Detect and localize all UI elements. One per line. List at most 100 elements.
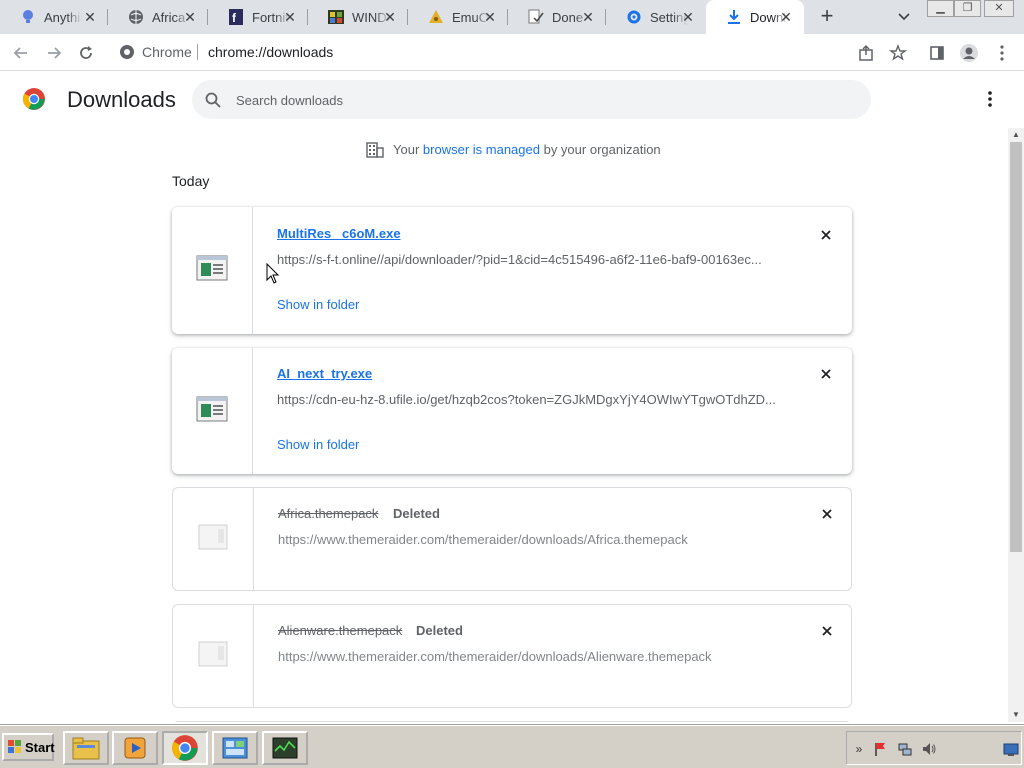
profile-avatar-icon[interactable] (958, 42, 980, 64)
page-title: Downloads (67, 87, 176, 112)
source-url[interactable]: https://cdn-eu-hz-8.ufile.io/get/hzqb2co… (277, 392, 777, 407)
page-scrollbar[interactable]: ▲ ▼ (1008, 128, 1024, 722)
tray-expand-icon[interactable]: » (851, 741, 867, 757)
generic-file-icon (198, 640, 228, 673)
task-manager-icon[interactable] (262, 731, 308, 765)
minimize-button[interactable]: ▁ (927, 0, 954, 17)
status-badge: Deleted (416, 623, 463, 638)
new-tab-button[interactable]: + (815, 5, 839, 29)
chrome-icon[interactable] (162, 731, 208, 765)
show-desktop-icon[interactable] (1003, 741, 1019, 757)
f-logo-icon: f (228, 9, 244, 25)
scroll-thumb[interactable] (1010, 142, 1022, 552)
downloads-header: Downloads (0, 72, 1024, 128)
address-bar[interactable]: Chrome chrome://downloads (110, 38, 890, 66)
network-icon[interactable] (897, 741, 913, 757)
start-button[interactable]: Start (2, 733, 55, 761)
file-name-link[interactable]: MultiRes _c6oM.exe (277, 226, 401, 241)
show-in-folder-link[interactable]: Show in folder (277, 297, 359, 312)
exe-file-icon (196, 396, 228, 427)
tab-emuos[interactable]: EmuOS ✕ (408, 0, 508, 34)
scroll-down-arrow-icon[interactable]: ▼ (1008, 708, 1024, 722)
tab-done[interactable]: Done ✕ (508, 0, 606, 34)
volume-icon[interactable] (921, 741, 937, 757)
windows-flag-icon (8, 740, 22, 754)
file-icon-column (173, 605, 254, 707)
close-window-button[interactable]: ✕ (984, 0, 1014, 17)
taskbar: Start » (0, 725, 1024, 768)
site-label: Chrome (142, 44, 192, 60)
file-explorer-icon[interactable] (63, 731, 109, 765)
remove-item-icon[interactable] (818, 366, 834, 382)
control-panel-icon[interactable] (212, 731, 258, 765)
scroll-up-arrow-icon[interactable]: ▲ (1008, 128, 1024, 142)
action-center-flag-icon[interactable] (873, 741, 889, 757)
chrome-site-icon (119, 44, 135, 60)
tab-title: Anything (44, 9, 82, 25)
search-input[interactable] (236, 90, 836, 110)
tab-search-chevron-icon[interactable] (893, 7, 915, 27)
bookmark-star-icon[interactable] (887, 42, 909, 64)
managed-suffix: by your organization (543, 141, 661, 157)
source-url[interactable]: https://www.themeraider.com/themeraider/… (278, 649, 778, 664)
system-tray: » (846, 731, 1022, 765)
search-icon (204, 91, 222, 109)
media-player-icon[interactable] (112, 731, 158, 765)
generic-file-icon (198, 523, 228, 556)
close-tab-icon[interactable]: ✕ (580, 9, 596, 25)
exe-file-icon (196, 255, 228, 286)
file-name-link[interactable]: AI_next_try.exe (277, 366, 372, 381)
downloads-list-area: Your browser is managed by your organiza… (0, 128, 1008, 722)
gear-icon (626, 9, 642, 25)
windows-logo-icon (328, 9, 344, 25)
source-url[interactable]: https://www.themeraider.com/themeraider/… (278, 532, 778, 547)
show-in-folder-link[interactable]: Show in folder (277, 437, 359, 452)
browser-menu-icon[interactable] (991, 42, 1013, 64)
building-icon (366, 140, 384, 158)
share-icon[interactable] (855, 42, 877, 64)
managed-prefix: Your (393, 141, 420, 157)
url-text: chrome://downloads (208, 44, 334, 60)
tab-fortnite[interactable]: f Fortnite ✕ (208, 0, 308, 34)
managed-notice: Your browser is managed by your organiza… (366, 140, 661, 158)
tab-settings[interactable]: Settings ✕ (606, 0, 706, 34)
source-url[interactable]: https://s-f-t.online//api/downloader/?pi… (277, 252, 777, 267)
close-tab-icon[interactable]: ✕ (680, 9, 696, 25)
back-arrow-icon[interactable] (10, 42, 32, 64)
download-item: AI_next_try.exe https://cdn-eu-hz-8.ufil… (172, 348, 852, 474)
reload-icon[interactable] (75, 42, 97, 64)
remove-item-icon[interactable] (818, 227, 834, 243)
close-tab-icon[interactable]: ✕ (82, 9, 98, 25)
download-item: Africa.themepack Deleted https://www.the… (172, 487, 852, 591)
close-tab-icon[interactable]: ✕ (282, 9, 298, 25)
restore-button[interactable]: ❐ (954, 0, 981, 17)
more-actions-icon[interactable] (980, 89, 1000, 109)
close-tab-icon[interactable]: ✕ (182, 9, 198, 25)
tab-downloads[interactable]: Downloads ✕ (706, 0, 804, 34)
file-icon-column (172, 348, 253, 474)
forward-arrow-icon[interactable] (43, 42, 65, 64)
tab-strip: Anything ✕ Africa ✕ f Fortnite ✕ WINDOWS… (0, 0, 1024, 34)
browser-toolbar: Chrome chrome://downloads (0, 34, 1024, 71)
doc-check-icon (528, 9, 544, 25)
globe-icon (128, 9, 144, 25)
file-name: Alienware.themepack (278, 623, 403, 638)
managed-link[interactable]: browser is managed (423, 142, 540, 157)
remove-item-icon[interactable] (819, 623, 835, 639)
chrome-logo-icon (22, 87, 46, 111)
download-item: Alienware.themepack Deleted https://www.… (172, 604, 852, 708)
bulb-icon (20, 9, 36, 25)
search-bar[interactable] (192, 80, 871, 119)
tab-anything[interactable]: Anything ✕ (0, 0, 108, 34)
download-icon (726, 9, 742, 25)
tab-windows[interactable]: WINDOWS ✕ (308, 0, 408, 34)
close-tab-icon[interactable]: ✕ (778, 9, 794, 25)
close-tab-icon[interactable]: ✕ (382, 9, 398, 25)
file-icon-column (173, 488, 254, 590)
file-icon-column (172, 207, 253, 334)
side-panel-icon[interactable] (926, 42, 948, 64)
tab-africa[interactable]: Africa ✕ (108, 0, 208, 34)
remove-item-icon[interactable] (819, 506, 835, 522)
start-label: Start (25, 739, 55, 755)
close-tab-icon[interactable]: ✕ (482, 9, 498, 25)
